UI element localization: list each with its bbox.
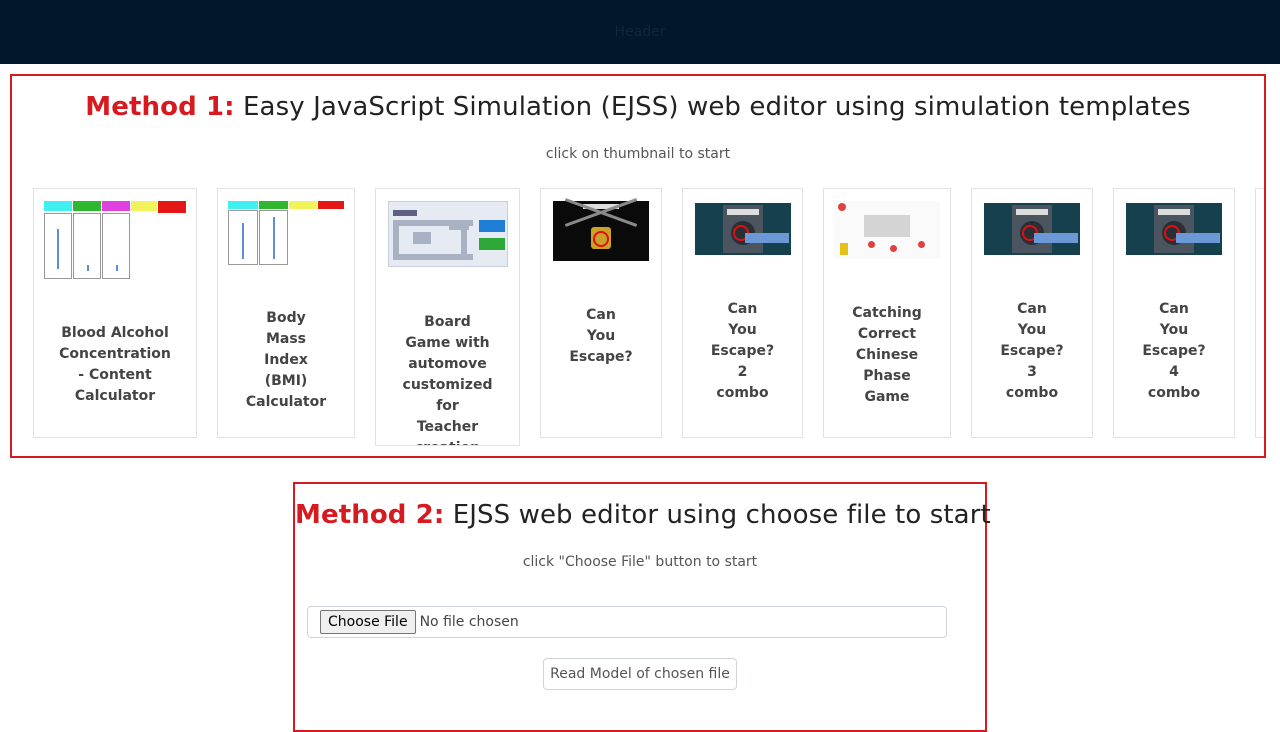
template-card-label: Can You Escape? 4 combo bbox=[1142, 301, 1206, 401]
template-card-escape-4-combo[interactable]: Can You Escape? 4 combo bbox=[1113, 188, 1235, 438]
template-card-label: Body Mass Index (BMI) Calculator bbox=[245, 310, 327, 410]
choose-file-button[interactable]: Choose File bbox=[320, 610, 416, 634]
file-input[interactable]: Choose File No file chosen bbox=[307, 606, 947, 638]
template-card-board-game[interactable]: Board Game with automove customized for … bbox=[375, 188, 520, 446]
template-card-escape-2-combo[interactable]: Can You Escape? 2 combo bbox=[682, 188, 803, 438]
method-1-title: Method 1: Easy JavaScript Simulation (EJ… bbox=[85, 92, 1191, 122]
template-card-label: Catching Correct Chinese Phase Game bbox=[852, 305, 922, 405]
read-model-button[interactable]: Read Model of chosen file bbox=[543, 658, 737, 690]
header-title: Header bbox=[614, 24, 666, 40]
template-card-label: Can You Escape? bbox=[569, 307, 633, 365]
template-card-partial[interactable] bbox=[1255, 188, 1264, 438]
top-header-bar: Header bbox=[0, 0, 1280, 64]
template-card-escape-3-combo[interactable]: Can You Escape? 3 combo bbox=[971, 188, 1093, 438]
template-card-chinese-phrase-game[interactable]: Catching Correct Chinese Phase Game bbox=[823, 188, 951, 438]
file-status-text: No file chosen bbox=[419, 614, 519, 630]
template-card-blood-alcohol[interactable]: Blood Alcohol Concentration - Content Ca… bbox=[33, 188, 197, 438]
template-thumbnail-list: Blood Alcohol Concentration - Content Ca… bbox=[12, 188, 1264, 446]
escape-2-combo-thumbnail bbox=[695, 203, 791, 255]
method-1-subtitle: click on thumbnail to start bbox=[545, 146, 731, 162]
template-card-label: Can You Escape? 2 combo bbox=[710, 301, 775, 401]
escape-4-combo-thumbnail bbox=[1126, 203, 1222, 255]
template-card-can-you-escape[interactable]: Can You Escape? bbox=[540, 188, 662, 438]
template-card-label: Board Game with automove customized for … bbox=[402, 314, 493, 445]
template-card-bmi[interactable]: Body Mass Index (BMI) Calculator bbox=[217, 188, 355, 438]
board-game-thumbnail bbox=[388, 201, 508, 267]
method-2-title: Method 2: EJSS web editor using choose f… bbox=[295, 500, 991, 530]
bmi-calculator-thumbnail bbox=[228, 201, 346, 267]
bac-calculator-thumbnail bbox=[44, 201, 188, 281]
method-1-section: Method 1: Easy JavaScript Simulation (EJ… bbox=[10, 74, 1266, 458]
escape-3-combo-thumbnail bbox=[984, 203, 1080, 255]
template-card-label: Can You Escape? 3 combo bbox=[1000, 301, 1064, 401]
can-you-escape-thumbnail bbox=[553, 198, 649, 261]
method-2-section: Method 2: EJSS web editor using choose f… bbox=[293, 482, 991, 732]
template-card-label: Blood Alcohol Concentration - Content Ca… bbox=[59, 325, 171, 404]
chinese-phrase-game-thumbnail bbox=[834, 201, 940, 259]
method-2-subtitle: click "Choose File" button to start bbox=[522, 554, 758, 570]
